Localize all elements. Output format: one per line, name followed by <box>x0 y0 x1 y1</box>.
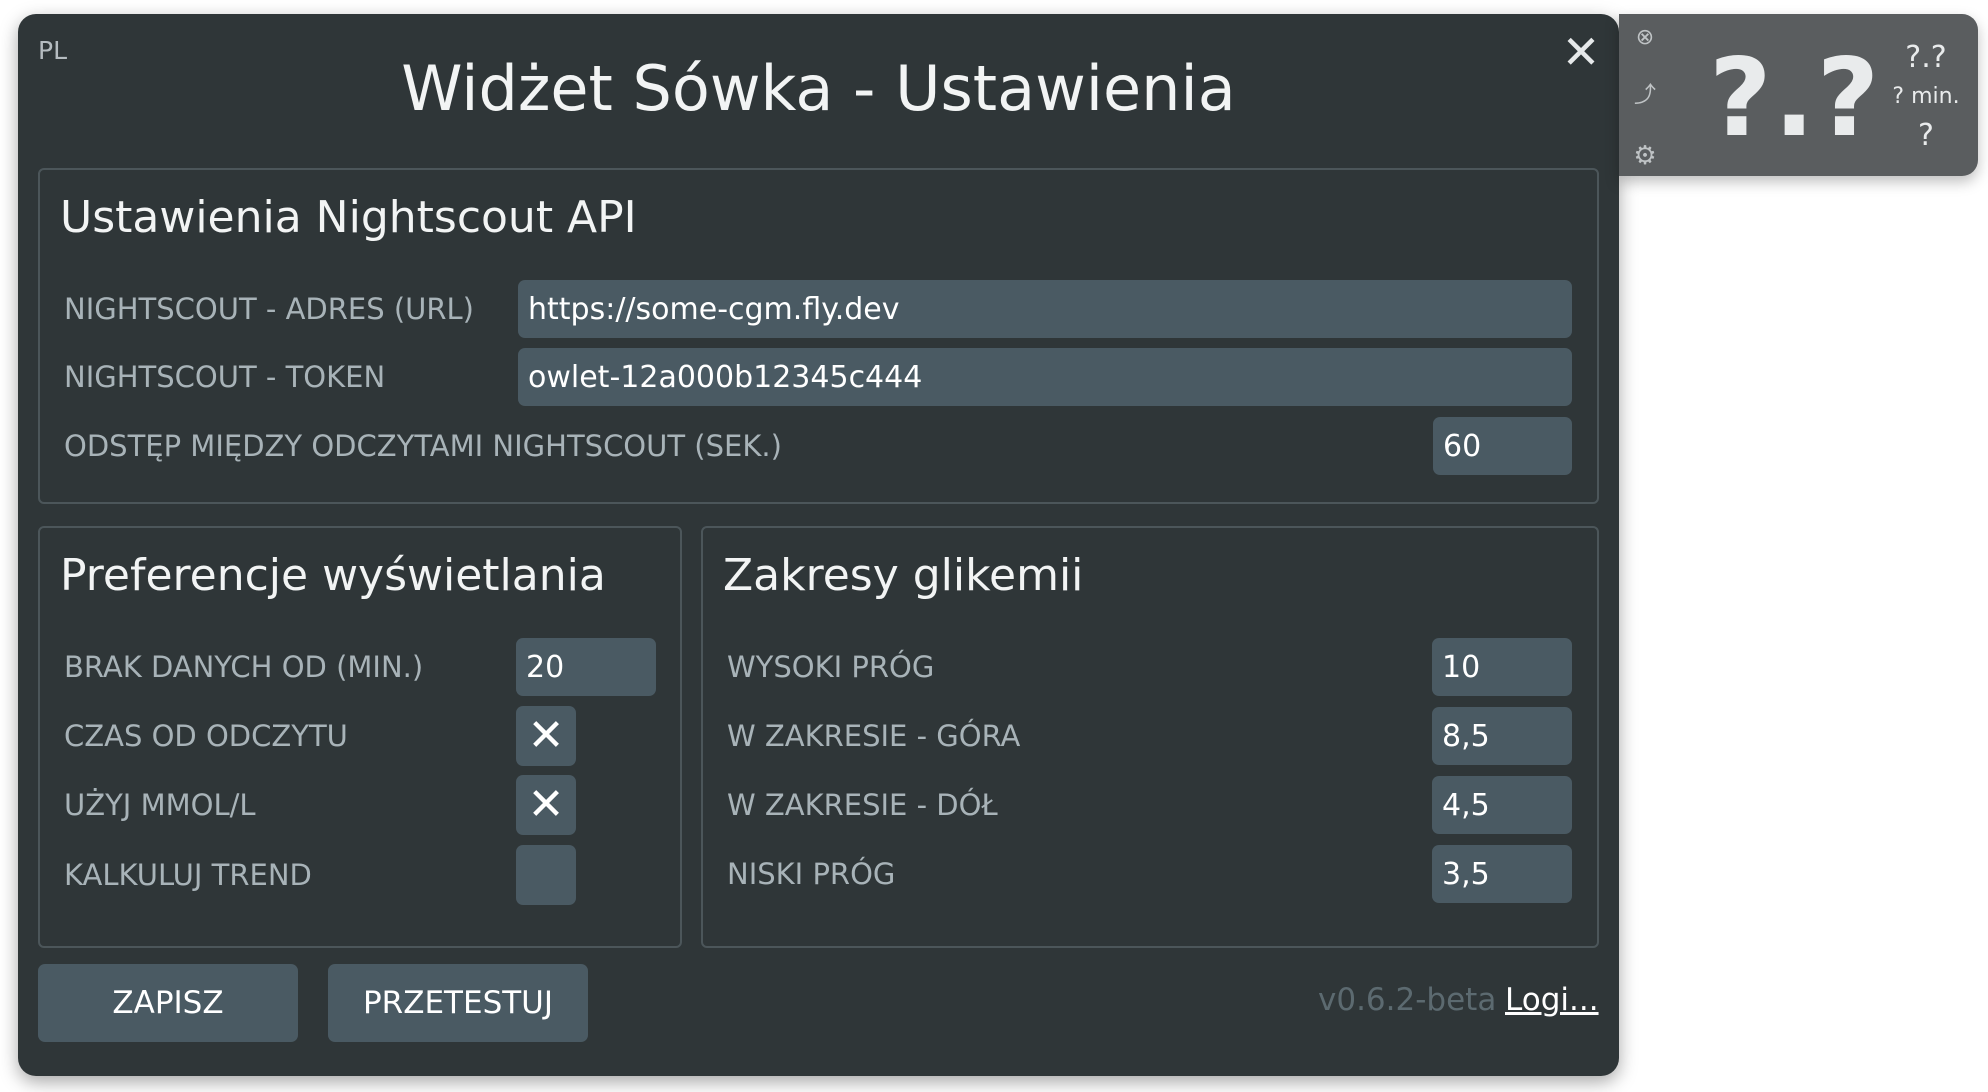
high-row: WYSOKI PRÓG <box>727 638 934 696</box>
nodata-row: BRAK DANYCH OD (MIN.) <box>64 638 423 696</box>
window-title: Widżet Sówka - Ustawienia <box>401 52 1236 125</box>
bottom-row: W ZAKRESIE - DÓŁ <box>727 776 998 834</box>
url-label: NIGHTSCOUT - ADRES (URL) <box>64 292 474 326</box>
low-input[interactable] <box>1432 845 1572 903</box>
low-row: NISKI PRÓG <box>727 845 895 903</box>
trend-label: KALKULUJ TREND <box>64 858 312 892</box>
url-input[interactable] <box>518 280 1572 338</box>
widget-trend-icon[interactable]: ⤴ <box>1631 82 1659 110</box>
top-row: W ZAKRESIE - GÓRA <box>727 707 1020 765</box>
interval-input[interactable] <box>1433 417 1572 475</box>
display-panel: Preferencje wyświetlania BRAK DANYCH OD … <box>38 526 682 948</box>
top-input[interactable] <box>1432 707 1572 765</box>
mmol-label: UŻYJ MMOL/L <box>64 788 256 822</box>
settings-window: PL ✕ Widżet Sówka - Ustawienia Ustawieni… <box>18 14 1619 1076</box>
save-button[interactable]: ZAPISZ <box>38 964 298 1042</box>
mmol-row: UŻYJ MMOL/L <box>64 776 256 834</box>
token-label: NIGHTSCOUT - TOKEN <box>64 360 386 394</box>
display-panel-title: Preferencje wyświetlania <box>60 550 606 601</box>
widget-minutes: ? min. <box>1892 84 1960 109</box>
widget-delta: ?.? <box>1905 40 1947 75</box>
time-checkbox[interactable]: ✕ <box>516 706 576 766</box>
high-input[interactable] <box>1432 638 1572 696</box>
high-label: WYSOKI PRÓG <box>727 650 935 684</box>
logs-link[interactable]: Logi... <box>1505 982 1599 1018</box>
token-input[interactable] <box>518 348 1572 406</box>
url-row: NIGHTSCOUT - ADRES (URL) <box>64 280 474 338</box>
trend-row: KALKULUJ TREND <box>64 846 312 904</box>
widget-arrow: ? <box>1918 118 1934 153</box>
nodata-label: BRAK DANYCH OD (MIN.) <box>64 650 424 684</box>
ranges-panel-title: Zakresy glikemii <box>723 550 1084 601</box>
mmol-checkbox[interactable]: ✕ <box>516 775 576 835</box>
time-row: CZAS OD ODCZYTU <box>64 707 348 765</box>
version-label: v0.6.2-beta <box>1318 982 1497 1018</box>
bottom-label: W ZAKRESIE - DÓŁ <box>727 788 998 822</box>
low-label: NISKI PRÓG <box>727 857 896 891</box>
time-label: CZAS OD ODCZYTU <box>64 719 348 753</box>
widget-glucose-value: ?.? <box>1709 36 1882 161</box>
bottom-input[interactable] <box>1432 776 1572 834</box>
test-button[interactable]: PRZETESTUJ <box>328 964 588 1042</box>
nightscout-panel-title: Ustawienia Nightscout API <box>60 192 637 243</box>
interval-row: ODSTĘP MIĘDZY ODCZYTAMI NIGHTSCOUT (SEK.… <box>64 417 782 475</box>
trend-checkbox[interactable] <box>516 845 576 905</box>
token-row: NIGHTSCOUT - TOKEN <box>64 348 385 406</box>
ranges-panel: Zakresy glikemii WYSOKI PRÓG W ZAKRESIE … <box>701 526 1599 948</box>
nodata-input[interactable] <box>516 638 656 696</box>
top-label: W ZAKRESIE - GÓRA <box>727 719 1021 753</box>
widget-close-icon[interactable]: ⊗ <box>1631 24 1659 52</box>
nightscout-panel: Ustawienia Nightscout API NIGHTSCOUT - A… <box>38 168 1599 504</box>
widget-settings-icon[interactable]: ⚙ <box>1631 142 1659 170</box>
interval-label: ODSTĘP MIĘDZY ODCZYTAMI NIGHTSCOUT (SEK.… <box>64 429 782 463</box>
mini-widget[interactable]: ⊗ ⤴ ⚙ ?.? ?.? ? min. ? <box>1619 14 1978 176</box>
